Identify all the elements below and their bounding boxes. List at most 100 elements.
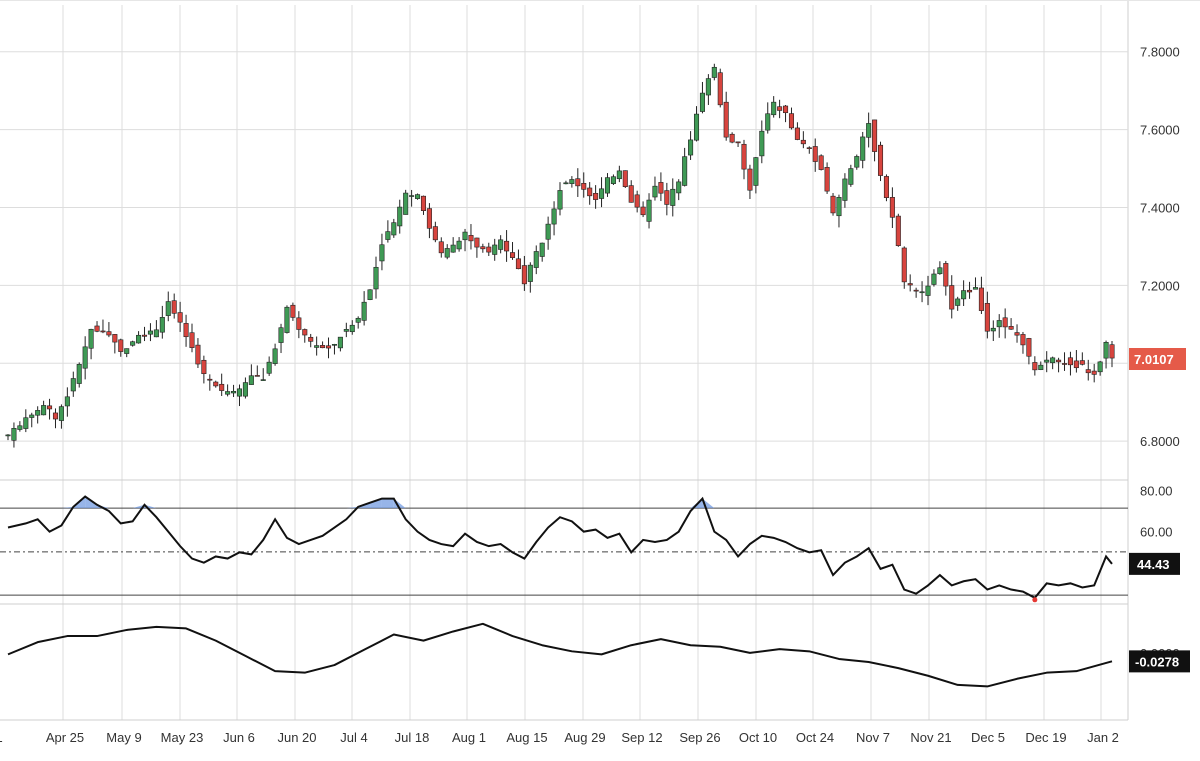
- candle: [967, 281, 973, 299]
- candle: [866, 112, 872, 148]
- candle: [343, 322, 349, 338]
- candle-body-up: [545, 223, 551, 240]
- candle-body-down: [1067, 357, 1073, 366]
- candle-body-up: [848, 168, 854, 185]
- candle-body-up: [17, 425, 23, 430]
- candle: [990, 320, 996, 341]
- candle-body-up: [147, 330, 153, 335]
- candle: [569, 176, 575, 188]
- candle: [812, 138, 818, 172]
- candle-body-down: [883, 176, 889, 198]
- candle: [480, 243, 486, 253]
- candle-body-up: [415, 194, 421, 199]
- candle-body-up: [88, 328, 94, 349]
- candle: [266, 356, 272, 376]
- x-tick-label: Jul 4: [340, 730, 367, 745]
- candle-body-down: [432, 226, 438, 241]
- candle: [889, 187, 895, 229]
- oscillator-panel: [0, 495, 1128, 603]
- candle-body-down: [640, 206, 646, 216]
- candle-body-up: [236, 388, 243, 397]
- candle: [231, 384, 237, 398]
- candle: [1008, 318, 1014, 330]
- candle: [1014, 324, 1020, 343]
- candle-body-down: [521, 265, 527, 285]
- candle: [788, 107, 795, 130]
- candle-body-up: [866, 123, 872, 138]
- candle: [931, 269, 937, 287]
- x-tick-label: Dec 5: [971, 730, 1005, 745]
- candle-body-up: [563, 182, 569, 185]
- candle-body-up: [854, 156, 860, 168]
- candle-body-down: [872, 119, 878, 152]
- candle-body-down: [895, 215, 901, 246]
- candle: [557, 182, 563, 216]
- candle: [278, 323, 284, 354]
- candle: [94, 321, 100, 333]
- candle-body-down: [1032, 362, 1038, 371]
- candle-body-up: [646, 199, 652, 222]
- candle-body-down: [325, 345, 332, 349]
- candle: [498, 235, 504, 254]
- candle-body-up: [130, 341, 136, 346]
- candle-body-up: [165, 301, 171, 316]
- candle: [646, 193, 652, 229]
- candle-body-down: [52, 412, 59, 420]
- candle-body-down: [195, 344, 201, 365]
- trend-line: [7, 622, 1113, 688]
- candle-body-down: [171, 300, 177, 314]
- candle: [35, 406, 41, 424]
- candle: [848, 164, 854, 187]
- candle: [284, 305, 290, 334]
- candle: [551, 201, 557, 236]
- candle-body-up: [397, 206, 403, 227]
- candle: [1061, 352, 1068, 371]
- candle: [699, 81, 705, 114]
- x-tick-label: r 11: [0, 730, 3, 745]
- x-tick-label: Apr 25: [46, 730, 84, 745]
- candle: [397, 199, 403, 234]
- candle-body-down: [984, 303, 990, 332]
- candle-body-down: [47, 405, 53, 410]
- candle-body-up: [604, 177, 611, 194]
- candle-body-down: [1026, 338, 1032, 357]
- candle-body-down: [735, 141, 741, 144]
- candle-body-up: [569, 179, 575, 184]
- candle: [337, 336, 343, 352]
- candle: [783, 105, 789, 123]
- candle-body-up: [379, 244, 385, 262]
- chart-root: r 11 Apr 25 May 9 May 23 Jun 6 Jun 20 Jul 4 Jul…: [0, 0, 1200, 756]
- candle: [70, 371, 76, 397]
- candle-body-up: [58, 406, 64, 421]
- x-tick-label: May 9: [106, 730, 141, 745]
- candle-body-down: [112, 334, 118, 343]
- candle: [379, 233, 385, 271]
- candle-body-down: [1014, 332, 1020, 336]
- candle: [456, 237, 462, 252]
- axis-layer: r 11 Apr 25 May 9 May 23 Jun 6 Jun 20 Jul 4 Jul…: [0, 45, 1190, 745]
- x-tick-label: Oct 24: [796, 730, 834, 745]
- candle: [308, 333, 314, 348]
- candle: [420, 195, 427, 215]
- candle: [563, 180, 569, 185]
- candle-body-up: [278, 327, 284, 343]
- candle-body-down: [901, 247, 907, 283]
- candle-body-up: [5, 434, 11, 437]
- candle: [47, 398, 53, 420]
- candle: [468, 224, 474, 250]
- candle-body-up: [23, 417, 29, 429]
- candle: [432, 221, 438, 243]
- candle-body-down: [1008, 326, 1014, 330]
- candle-body-down: [504, 240, 510, 252]
- candle-body-up: [699, 92, 705, 112]
- candle-body-down: [486, 246, 492, 253]
- candle: [147, 323, 153, 342]
- candle: [325, 337, 332, 359]
- candle: [349, 320, 355, 335]
- candle-body-up: [11, 428, 17, 441]
- candle-body-up: [961, 290, 967, 300]
- candle-body-down: [290, 304, 296, 318]
- candle: [486, 242, 492, 256]
- candle-body-up: [670, 188, 676, 206]
- candle-body-up: [765, 113, 771, 131]
